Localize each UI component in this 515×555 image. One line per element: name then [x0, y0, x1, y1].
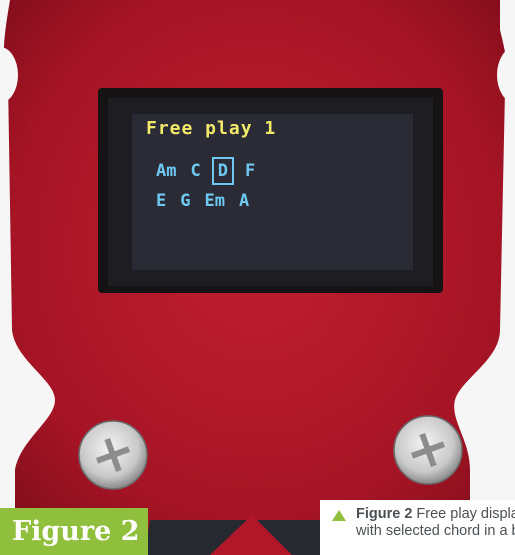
screw-right [393, 415, 463, 485]
enclosure-photo [0, 0, 515, 555]
chord-em: Em [204, 191, 225, 211]
chord-c: C [190, 161, 201, 181]
oled-display: Free play 1 Am C D F E G Em A [130, 112, 415, 272]
figure-label: Figure 2 [0, 508, 148, 555]
screw-left [78, 420, 148, 490]
chord-row-2: E G Em A [156, 190, 249, 212]
chord-f: F [244, 161, 256, 181]
chord-d-selected: D [211, 157, 235, 185]
chord-e: E [156, 191, 167, 211]
chord-g: G [180, 191, 191, 211]
triangle-up-icon [332, 510, 346, 521]
figure-caption: Figure 2 Free play display with selected… [320, 500, 515, 555]
chord-row-1: Am C D F [156, 157, 256, 185]
caption-bold: Figure 2 [356, 506, 413, 522]
chord-a: A [238, 191, 250, 211]
chord-am: Am [156, 161, 177, 181]
oled-title: Free play 1 [146, 118, 277, 139]
photo-scene: Free play 1 Am C D F E G Em A Figure 2 F… [0, 0, 515, 555]
